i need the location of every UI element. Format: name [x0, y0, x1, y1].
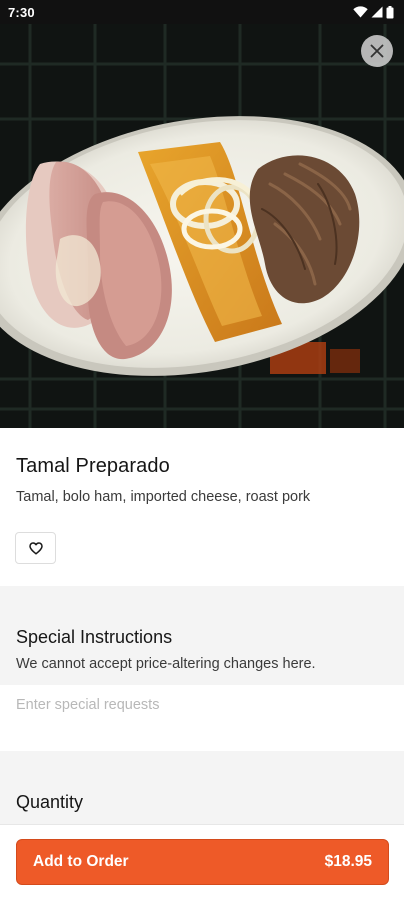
item-description: Tamal, bolo ham, imported cheese, roast …	[16, 489, 311, 505]
add-to-order-label: Add to Order	[33, 853, 129, 870]
status-icons	[353, 5, 394, 19]
plate-photo	[0, 24, 404, 428]
favorite-button[interactable]	[15, 532, 56, 564]
special-instructions-title: Special Instructions	[16, 627, 173, 647]
quantity-section: Quantity	[0, 751, 404, 824]
special-instructions-header: Special Instructions We cannot accept pr…	[0, 586, 404, 685]
item-details: Tamal Preparado Tamal, bolo ham, importe…	[0, 428, 404, 586]
item-photo	[0, 24, 404, 428]
battery-icon	[386, 5, 394, 18]
special-requests-input[interactable]	[0, 685, 404, 751]
close-button[interactable]	[361, 35, 393, 67]
add-to-order-button[interactable]: Add to Order $18.95	[16, 839, 389, 885]
menu-item-detail-screen: 7:30 Tamal Preparado Tamal, bolo ham, im…	[0, 0, 404, 900]
bottom-bar: Add to Order $18.95	[0, 824, 404, 900]
order-price: $18.95	[324, 853, 372, 870]
status-time: 7:30	[8, 4, 35, 20]
status-bar: 7:30	[0, 0, 404, 24]
special-instructions-subtitle: We cannot accept price-altering changes …	[16, 656, 316, 672]
quantity-title: Quantity	[16, 792, 84, 812]
item-title: Tamal Preparado	[16, 455, 170, 477]
heart-outline-icon	[28, 541, 43, 555]
close-icon	[370, 44, 384, 58]
cell-signal-icon	[371, 6, 383, 18]
wifi-icon	[353, 6, 368, 18]
